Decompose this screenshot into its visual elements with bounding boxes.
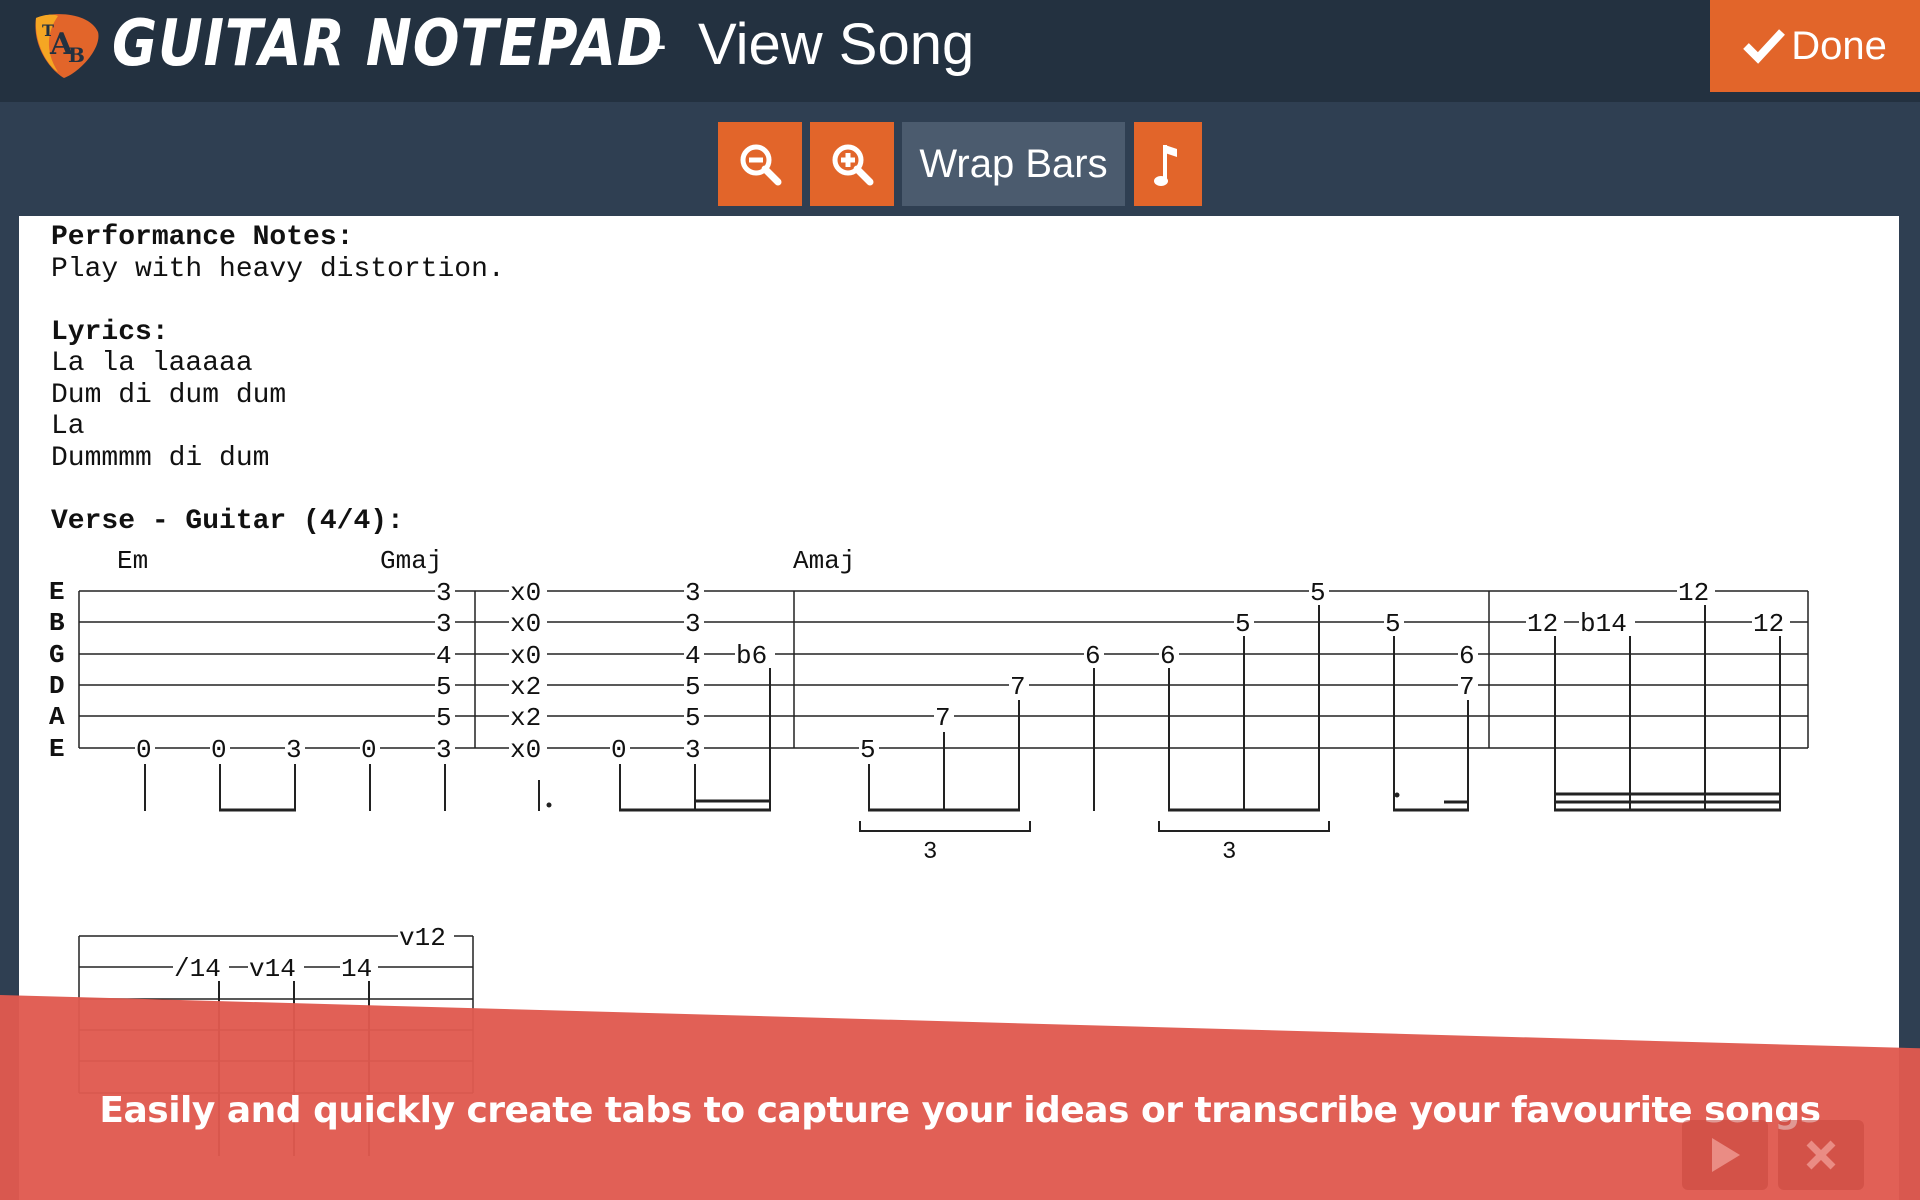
fret-number: 0 <box>361 735 377 765</box>
svg-text:B: B <box>68 43 85 67</box>
zoom-in-icon <box>832 144 874 186</box>
fret-number: x0 <box>510 641 541 671</box>
tab-pick-logo-icon: A B T <box>35 14 99 79</box>
fret-number: 3 <box>685 578 701 608</box>
fret-number: 5 <box>860 735 876 765</box>
checkmark-icon <box>1743 29 1786 64</box>
fret-number: x0 <box>510 735 541 765</box>
string-label: A <box>49 702 65 732</box>
fret-number: 5 <box>1310 578 1326 608</box>
fret-number: v12 <box>399 923 446 953</box>
fret-number: b6 <box>736 641 767 671</box>
fret-number: x0 <box>510 609 541 639</box>
fret-number: x0 <box>510 578 541 608</box>
fret-number: 5 <box>1385 609 1401 639</box>
eighth-note-icon <box>1154 145 1177 186</box>
fret-number: 12 <box>1753 609 1784 639</box>
fret-number: 3 <box>286 735 302 765</box>
fret-number: 6 <box>1160 641 1176 671</box>
fret-number: v14 <box>249 954 296 984</box>
fret-number: 5 <box>436 672 452 702</box>
close-button[interactable] <box>1778 1120 1864 1190</box>
fret-number: 0 <box>211 735 227 765</box>
title-separator: - <box>652 20 667 69</box>
wrap-bars-button[interactable]: Wrap Bars <box>902 122 1125 206</box>
string-label: E <box>49 577 65 607</box>
string-label: D <box>49 671 65 701</box>
fret-number: 4 <box>685 641 701 671</box>
fret-number: x2 <box>510 672 541 702</box>
string-label: B <box>49 608 65 638</box>
fret-numbers: 0 0 3 0 3 3 4 5 5 3 x0 x0 x0 x2 x2 x0 0 … <box>135 578 1790 765</box>
fret-number: 5 <box>685 672 701 702</box>
fret-number: 6 <box>1085 641 1101 671</box>
string-label: G <box>49 640 65 670</box>
play-icon <box>1712 1138 1740 1172</box>
string-labels: E B G D A E <box>49 577 65 764</box>
fret-number: /14 <box>174 954 221 984</box>
close-icon <box>1806 1140 1836 1170</box>
promo-banner-text: Easily and quickly create tabs to captur… <box>99 1090 1821 1131</box>
fret-number: x2 <box>510 703 541 733</box>
fret-number: 3 <box>436 578 452 608</box>
fret-number: 6 <box>1459 641 1475 671</box>
fret-number: 14 <box>341 954 372 984</box>
fret-number: 12 <box>1678 578 1709 608</box>
zoom-out-icon <box>740 144 782 186</box>
fret-number: 0 <box>136 735 152 765</box>
fret-number: 3 <box>436 609 452 639</box>
chord-label: Em <box>117 546 148 576</box>
fret-number: 12 <box>1527 609 1558 639</box>
app-name: GUITAR NOTEPAD <box>112 7 664 81</box>
fret-number: 3 <box>685 609 701 639</box>
chord-label: Gmaj <box>380 546 442 576</box>
string-label: E <box>49 734 65 764</box>
tuplet-label: 3 <box>923 839 937 866</box>
zoom-in-button[interactable] <box>810 122 894 206</box>
fret-number: 5 <box>685 703 701 733</box>
zoom-out-button[interactable] <box>718 122 802 206</box>
done-button[interactable]: Done <box>1710 0 1920 92</box>
svg-text:T: T <box>42 21 54 40</box>
fret-number: b14 <box>1580 609 1627 639</box>
fret-number: 0 <box>611 735 627 765</box>
fret-number: 3 <box>436 735 452 765</box>
fret-number: 4 <box>436 641 452 671</box>
fret-number: 7 <box>935 703 951 733</box>
fret-number: 7 <box>1459 672 1475 702</box>
rhythm-toggle-button[interactable] <box>1134 122 1202 206</box>
chord-label: Amaj <box>793 546 855 576</box>
fret-number: 5 <box>1235 609 1251 639</box>
fret-number: 5 <box>436 703 452 733</box>
fret-number: 7 <box>1010 672 1026 702</box>
page-title: View Song <box>698 12 975 77</box>
done-label: Done <box>1791 23 1887 68</box>
play-button[interactable] <box>1682 1120 1768 1190</box>
tuplet-label: 3 <box>1222 839 1236 866</box>
app-header: A B T GUITAR NOTEPAD - View Song Done <box>0 0 1920 102</box>
fret-number: 3 <box>685 735 701 765</box>
